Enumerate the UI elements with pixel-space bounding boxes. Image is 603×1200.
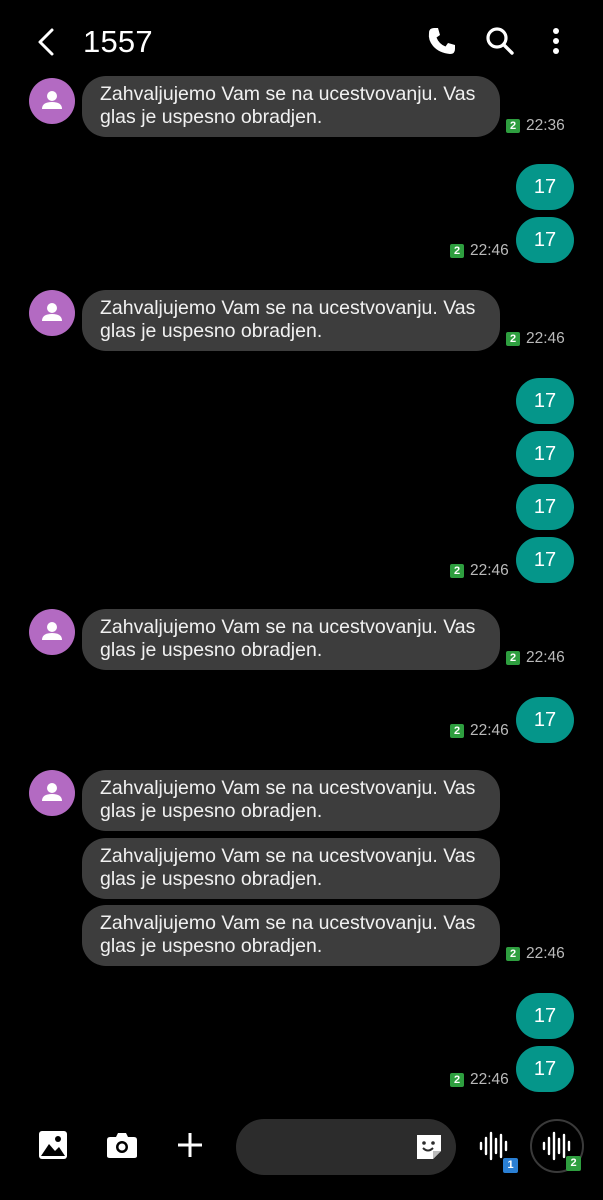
timestamp: 22:46 bbox=[526, 330, 565, 347]
timestamp: 22:46 bbox=[470, 722, 509, 739]
outgoing-message[interactable]: 17 bbox=[516, 537, 574, 583]
message-meta: 2 22:46 bbox=[506, 944, 565, 964]
incoming-message[interactable]: Zahvaljujemo Vam se na ucestvovanju. Vas… bbox=[82, 770, 500, 831]
sim2-badge: 2 bbox=[566, 1156, 581, 1171]
person-icon bbox=[42, 783, 62, 801]
incoming-message[interactable]: Zahvaljujemo Vam se na ucestvovanju. Vas… bbox=[82, 290, 500, 351]
incoming-message[interactable]: Zahvaljujemo Vam se na ucestvovanju. Vas… bbox=[82, 905, 500, 966]
contact-avatar[interactable] bbox=[29, 770, 75, 816]
contact-avatar[interactable] bbox=[29, 290, 75, 336]
sim-badge: 2 bbox=[506, 119, 520, 133]
timestamp: 22:46 bbox=[526, 649, 565, 666]
composer-bar: 1 2 bbox=[0, 1110, 603, 1200]
camera-icon[interactable] bbox=[106, 1130, 138, 1160]
outgoing-message[interactable]: 17 bbox=[516, 1046, 574, 1092]
message-meta: 2 22:46 bbox=[450, 241, 509, 261]
timestamp: 22:36 bbox=[526, 117, 565, 134]
timestamp: 22:46 bbox=[470, 562, 509, 579]
voice-send-sim2-button[interactable]: 2 bbox=[530, 1119, 584, 1173]
message-meta: 2 22:46 bbox=[450, 721, 509, 741]
sim-badge: 2 bbox=[450, 724, 464, 738]
sim-badge: 2 bbox=[506, 332, 520, 346]
sticker-icon[interactable] bbox=[414, 1132, 444, 1162]
sim-badge: 2 bbox=[450, 1073, 464, 1087]
message-meta: 2 22:46 bbox=[450, 1070, 509, 1090]
chevron-left-icon[interactable] bbox=[32, 24, 62, 60]
outgoing-message[interactable]: 17 bbox=[516, 164, 574, 210]
message-meta: 2 22:36 bbox=[506, 116, 565, 136]
sim-badge: 2 bbox=[506, 651, 520, 665]
timestamp: 22:46 bbox=[470, 242, 509, 259]
incoming-message[interactable]: Zahvaljujemo Vam se na ucestvovanju. Vas… bbox=[82, 609, 500, 670]
message-text: Zahvaljujemo Vam se na ucestvovanju. Vas… bbox=[100, 297, 476, 342]
sim1-badge: 1 bbox=[503, 1158, 518, 1173]
timestamp: 22:46 bbox=[526, 945, 565, 962]
message-text: Zahvaljujemo Vam se na ucestvovanju. Vas… bbox=[100, 777, 476, 822]
message-meta: 2 22:46 bbox=[506, 329, 565, 349]
plus-icon[interactable] bbox=[176, 1131, 204, 1159]
outgoing-message[interactable]: 17 bbox=[516, 993, 574, 1039]
outgoing-message[interactable]: 17 bbox=[516, 484, 574, 530]
voice-send-sim1-button[interactable]: 1 bbox=[477, 1127, 518, 1173]
conversation-title: 1557 bbox=[83, 24, 153, 59]
message-input[interactable] bbox=[236, 1119, 456, 1175]
gallery-icon[interactable] bbox=[38, 1130, 68, 1160]
message-meta: 2 22:46 bbox=[506, 648, 565, 668]
message-thread[interactable]: Zahvaljujemo Vam se na ucestvovanju. Vas… bbox=[0, 0, 603, 1110]
outgoing-message[interactable]: 17 bbox=[516, 378, 574, 424]
message-text: Zahvaljujemo Vam se na ucestvovanju. Vas… bbox=[100, 83, 476, 128]
search-icon[interactable] bbox=[483, 24, 517, 58]
contact-avatar[interactable] bbox=[29, 78, 75, 124]
message-text: Zahvaljujemo Vam se na ucestvovanju. Vas… bbox=[100, 912, 476, 957]
incoming-message[interactable]: Zahvaljujemo Vam se na ucestvovanju. Vas… bbox=[82, 76, 500, 137]
message-text: Zahvaljujemo Vam se na ucestvovanju. Vas… bbox=[100, 616, 476, 661]
person-icon bbox=[42, 622, 62, 640]
sim-badge: 2 bbox=[450, 244, 464, 258]
person-icon bbox=[42, 303, 62, 321]
message-meta: 2 22:46 bbox=[450, 561, 509, 581]
contact-avatar[interactable] bbox=[29, 609, 75, 655]
outgoing-message[interactable]: 17 bbox=[516, 697, 574, 743]
app-header: 1557 bbox=[0, 0, 603, 82]
sim-badge: 2 bbox=[450, 564, 464, 578]
outgoing-message[interactable]: 17 bbox=[516, 431, 574, 477]
phone-icon[interactable] bbox=[425, 24, 459, 58]
sim-badge: 2 bbox=[506, 947, 520, 961]
message-text: Zahvaljujemo Vam se na ucestvovanju. Vas… bbox=[100, 845, 476, 890]
person-icon bbox=[42, 91, 62, 109]
incoming-message[interactable]: Zahvaljujemo Vam se na ucestvovanju. Vas… bbox=[82, 838, 500, 899]
outgoing-message[interactable]: 17 bbox=[516, 217, 574, 263]
more-vertical-icon[interactable] bbox=[539, 24, 573, 58]
timestamp: 22:46 bbox=[470, 1071, 509, 1088]
